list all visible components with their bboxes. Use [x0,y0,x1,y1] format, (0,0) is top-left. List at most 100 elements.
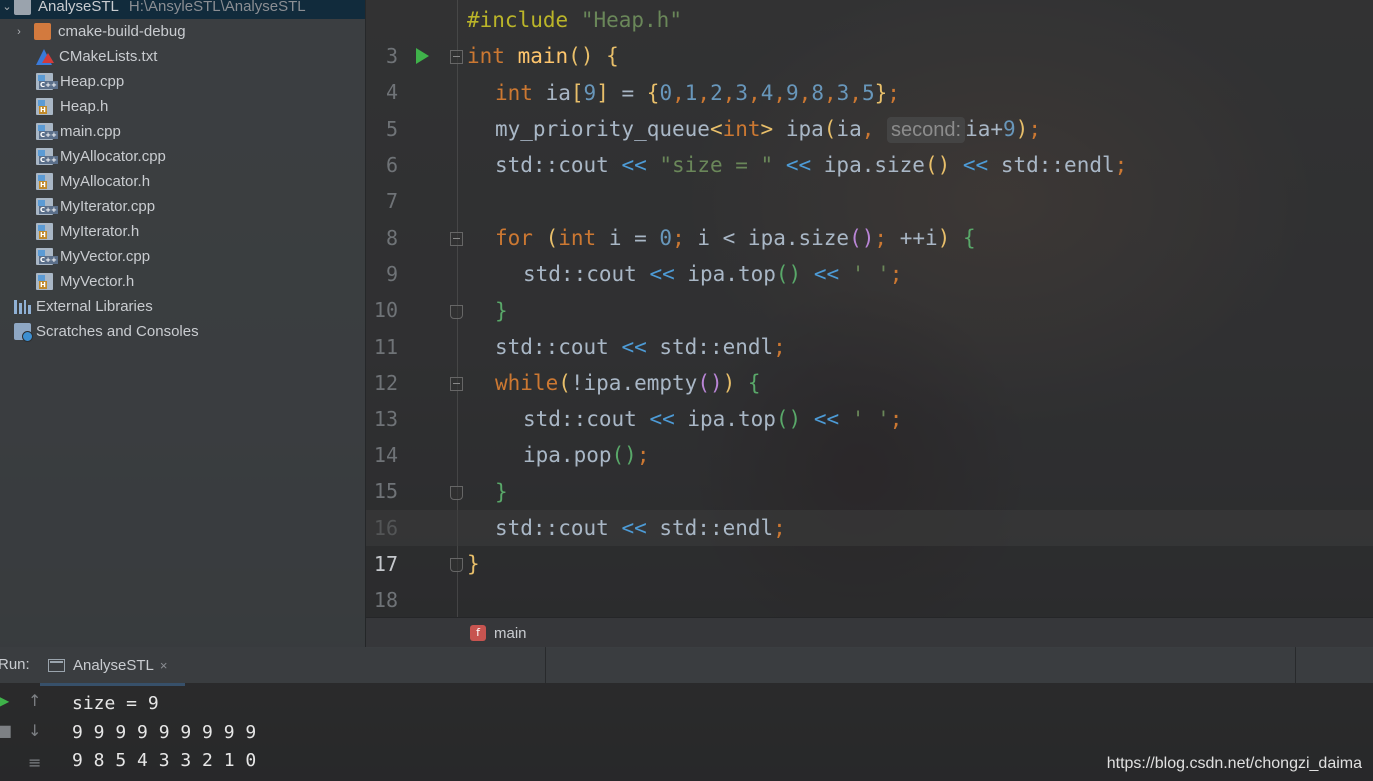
cpp-file-icon: C++ [36,148,58,165]
tree-item-heap-cpp[interactable]: C++ Heap.cpp [0,69,365,94]
tree-item-label: MyIterator.cpp [60,198,156,215]
header-file-icon: H [36,223,53,240]
scratches-icon [14,323,33,342]
code-text: std::cout << "size = " << ipa.size() << … [495,153,1128,177]
code-line-8[interactable]: 8 [366,184,1373,250]
code-line-16[interactable]: 16 } [366,474,1373,540]
tree-item-myvector-cpp[interactable]: C++ MyVector.cpp [0,244,365,269]
project-root-name: AnalyseSTL [38,0,119,15]
tree-item-label: CMakeLists.txt [59,48,158,65]
header-file-icon: H [36,173,53,190]
console-output-line: 9 8 5 4 3 3 2 1 0 [72,750,257,771]
folder-icon [14,0,31,15]
code-text: } [495,480,508,504]
cpp-file-icon: C++ [36,248,58,265]
code-text: #include "Heap.h" [467,8,682,32]
cpp-file-icon: C++ [36,198,58,215]
console-output-line: size = 9 [72,693,159,714]
code-line-7[interactable]: 7 std::cout << "size = " << ipa.size() <… [366,147,1373,213]
tree-item-label: Scratches and Consoles [36,323,199,340]
fold-open-icon[interactable] [450,232,463,246]
tree-item-myallocator-cpp[interactable]: C++ MyAllocator.cpp [0,144,365,169]
scroll-down-icon[interactable]: ↓ [28,721,41,740]
tree-item-cmake-build-debug[interactable]: › cmake-build-debug [0,19,365,44]
tree-item-external-libraries[interactable]: External Libraries [0,294,365,319]
tree-item-main-cpp[interactable]: C++ main.cpp [0,119,365,144]
tree-item-label: MyVector.h [60,273,135,290]
console-icon [48,658,65,672]
code-text: for (int i = 0; i < ipa.size(); ++i) { [495,226,976,250]
code-text: std::cout << std::endl; [495,335,786,359]
code-line-15[interactable]: 15 ipa.pop(); [366,437,1373,503]
tree-item-cmakelists[interactable]: CMakeLists.txt [0,44,365,69]
code-line-12[interactable]: 12 std::cout << std::endl; [366,329,1373,395]
tree-item-myiterator-cpp[interactable]: C++ MyIterator.cpp [0,194,365,219]
code-line-13[interactable]: 13 while(!ipa.empty()) { [366,365,1373,431]
header-divider [1295,647,1296,683]
tree-item-label: MyAllocator.cpp [60,148,166,165]
run-gutter-icon[interactable] [416,48,429,64]
project-root-path: H:\AnsyleSTL\AnalyseSTL [128,0,306,15]
header-divider [545,647,546,683]
code-line-4[interactable]: 4 int main() { [366,38,1373,104]
run-tool-window-header: Run: AnalyseSTL × [0,647,1373,686]
code-line-9[interactable]: 9 for (int i = 0; i < ipa.size(); ++i) { [366,220,1373,286]
tree-item-label: cmake-build-debug [58,23,186,40]
cpp-file-icon: C++ [36,73,58,90]
code-line-6[interactable]: 6 my_priority_queue<int> ipa(ia, second:… [366,111,1373,177]
fold-open-icon[interactable] [450,50,463,64]
code-text: std::cout << ipa.top() << ' '; [523,407,903,431]
tree-item-label: External Libraries [36,298,153,315]
cmake-icon [36,48,54,65]
header-file-icon: H [36,273,53,290]
code-text: std::cout << ipa.top() << ' '; [523,262,903,286]
fold-open-icon[interactable] [450,377,463,391]
header-file-icon: H [36,98,53,115]
tree-item-myiterator-h[interactable]: H MyIterator.h [0,219,365,244]
run-toolbar: ▶ ↑ ■ ↓ ≡ [0,683,55,781]
project-tool-window: ⌄ AnalyseSTL H:\AnsyleSTL\AnalyseSTL › c… [0,0,366,647]
code-text: int ia[9] = {0,1,2,3,4,9,8,3,5}; [495,81,900,105]
rerun-icon[interactable]: ▶ [0,691,9,710]
code-editor[interactable]: 3 #include "Heap.h" 4 int main() { 5 int… [366,0,1373,617]
code-text: } [467,552,480,576]
code-line-18[interactable]: 18 } [366,546,1373,612]
tree-item-scratches[interactable]: Scratches and Consoles [0,319,365,344]
code-text: } [495,299,508,323]
code-line-3[interactable]: 3 #include "Heap.h" [366,2,1373,68]
tree-item-label: main.cpp [60,123,121,140]
code-text: std::cout << std::endl; [495,516,786,540]
code-text: int main() { [467,44,619,68]
project-root-row[interactable]: ⌄ AnalyseSTL H:\AnsyleSTL\AnalyseSTL [0,0,365,19]
code-line-14[interactable]: 14 std::cout << ipa.top() << ' '; [366,401,1373,467]
tree-item-label: MyAllocator.h [60,173,151,190]
fold-close-icon[interactable] [450,486,463,500]
library-icon [14,299,31,314]
chevron-down-icon[interactable]: ⌄ [0,0,14,13]
run-console[interactable]: ▶ ↑ ■ ↓ ≡ size = 9 9 9 9 9 9 9 9 9 9 9 8… [0,683,1373,781]
watermark-url: https://blog.csdn.net/chongzi_daima [1106,755,1362,772]
code-line-19[interactable]: 19 [366,582,1373,617]
run-title: Run: [0,656,30,673]
chevron-right-icon[interactable]: › [12,26,26,38]
code-line-17-current[interactable]: 17 std::cout << std::endl; [366,510,1373,576]
tree-item-myallocator-h[interactable]: H MyAllocator.h [0,169,365,194]
code-line-10[interactable]: 10 std::cout << ipa.top() << ' '; [366,256,1373,322]
fold-close-icon[interactable] [450,305,463,319]
code-text: ipa.pop(); [523,443,650,467]
code-line-5[interactable]: 5 int ia[9] = {0,1,2,3,4,9,8,3,5}; [366,75,1373,141]
tree-item-myvector-h[interactable]: H MyVector.h [0,269,365,294]
code-line-11[interactable]: 11 } [366,293,1373,359]
cpp-file-icon: C++ [36,123,58,140]
tree-item-label: Heap.cpp [60,73,125,90]
run-tab-analysestl[interactable]: AnalyseSTL × [40,647,185,686]
breadcrumb: f main [366,617,1373,648]
scroll-up-icon[interactable]: ↑ [28,691,41,710]
fold-close-icon[interactable] [450,558,463,572]
breadcrumb-item-main[interactable]: main [494,625,527,642]
parameter-hint: second: [887,117,966,143]
soft-wrap-icon[interactable]: ≡ [28,753,41,772]
stop-icon[interactable]: ■ [0,721,12,740]
tree-item-heap-h[interactable]: H Heap.h [0,94,365,119]
close-icon[interactable]: × [160,658,168,673]
